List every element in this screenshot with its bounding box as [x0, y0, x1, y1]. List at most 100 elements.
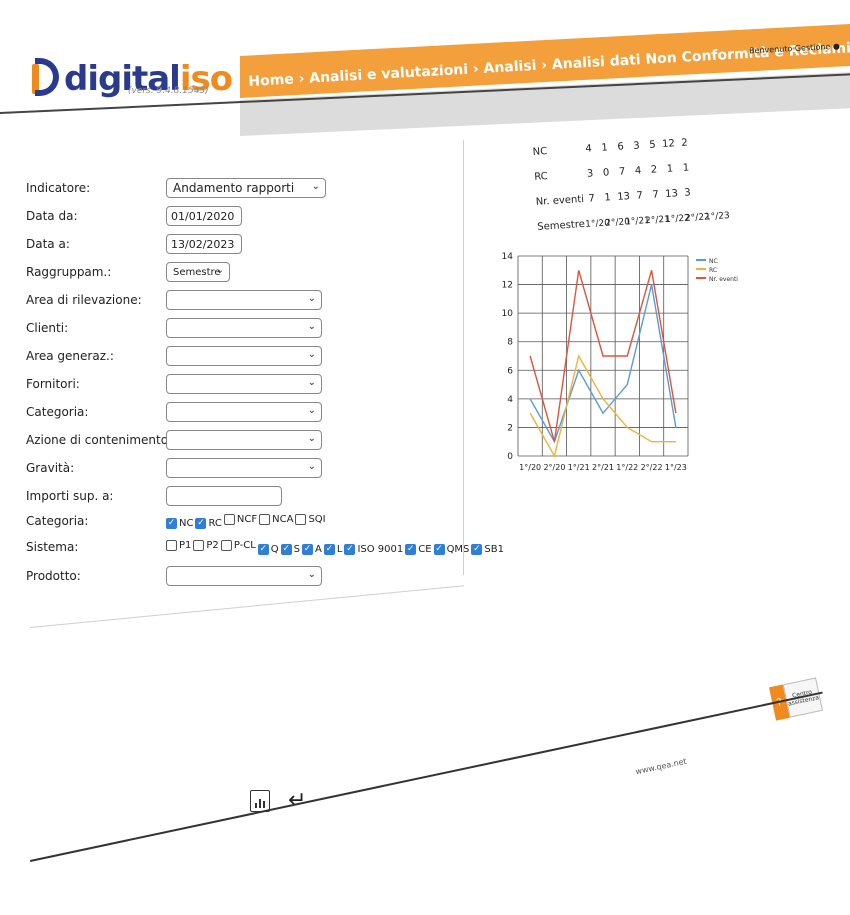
stats-row-label: NC [532, 146, 548, 158]
raggruppam-select[interactable]: Semestre ⌄ [166, 262, 230, 282]
checkbox-checked-icon[interactable]: ✓ [195, 517, 207, 529]
sistema-checkbox-qms[interactable]: ✓ QMS [433, 543, 470, 555]
sistema-checkbox-label: A [315, 543, 322, 555]
categoria-checkbox-label: SQI [308, 514, 326, 525]
label-data-da: Data da: [26, 209, 78, 223]
row-area-generaz: Area generaz.: ⌄ [26, 346, 322, 366]
raggruppam-value: Semestre [173, 266, 221, 278]
chevron-down-icon: ⌄ [311, 181, 320, 192]
stats-cell: 1 [604, 192, 612, 204]
y-tick-label: 2 [507, 423, 513, 433]
chevron-down-icon: ⌄ [307, 293, 316, 304]
stats-cell: 1 [601, 142, 609, 154]
checkbox-empty-icon[interactable] [223, 514, 235, 525]
row-clienti: Clienti: ⌄ [26, 318, 322, 338]
sistema-checkbox-label: QMS [446, 543, 470, 555]
version-label: (vers. 9.4.8.1545) [128, 86, 209, 96]
stats-cell: 1 [682, 162, 690, 174]
chevron-down-icon: ⌄ [307, 349, 316, 360]
checkbox-checked-icon[interactable]: ✓ [344, 543, 356, 555]
x-tick-label: 1°/21 [568, 463, 590, 472]
sistema-checkbox-label: P1 [179, 540, 192, 551]
y-tick-label: 14 [502, 252, 514, 262]
stats-cell: 13 [616, 191, 631, 203]
sistema-checkbox-s[interactable]: ✓ S [280, 543, 300, 555]
categoria-checkbox-label: RC [208, 517, 222, 529]
x-tick-label: 2°/20 [543, 463, 565, 472]
row-area-rilevazione: Area di rilevazione: ⌄ [26, 290, 322, 310]
sistema-checkbox-iso-9001[interactable]: ✓ ISO 9001 [344, 543, 403, 555]
footer-site[interactable]: www.qea.net [635, 757, 688, 777]
sistema-checkbox-p2[interactable]: P2 [193, 540, 219, 551]
checkbox-empty-icon[interactable] [193, 540, 205, 551]
azione-select[interactable]: ⌄ [166, 430, 322, 450]
categoria-checkbox-ncf[interactable]: NCF [223, 514, 257, 525]
categoria-checkbox-nca[interactable]: NCA [259, 514, 293, 525]
checkbox-empty-icon[interactable] [295, 514, 307, 525]
checkbox-empty-icon[interactable] [259, 514, 271, 525]
checkbox-checked-icon[interactable]: ✓ [257, 543, 269, 555]
sistema-checkbox-sb1[interactable]: ✓ SB1 [471, 543, 504, 555]
sistema-checkbox-p-cl[interactable]: P-CL [220, 540, 256, 551]
report-chart-icon[interactable] [250, 789, 270, 812]
sistema-checkbox-label: CE [418, 543, 432, 555]
categoria-checkbox-sqi[interactable]: SQI [295, 514, 326, 525]
checkbox-checked-icon[interactable]: ✓ [471, 543, 483, 555]
categoria-checkbox-label: NCA [272, 514, 294, 525]
area-rilevazione-select[interactable]: ⌄ [166, 290, 322, 310]
data-da-input[interactable]: 01/01/2020 [166, 206, 242, 226]
sistema-checkbox-a[interactable]: ✓ A [302, 543, 322, 555]
categoria-select[interactable]: ⌄ [166, 402, 322, 422]
sistema-checkbox-label: Q [270, 543, 279, 555]
sistema-checkbox-q[interactable]: ✓ Q [257, 543, 279, 555]
y-tick-label: 12 [502, 281, 513, 291]
area-generaz-select[interactable]: ⌄ [166, 346, 322, 366]
row-prodotto: Prodotto: ⌄ [26, 566, 322, 586]
label-sistema: Sistema: [26, 540, 79, 555]
gravita-select[interactable]: ⌄ [166, 458, 322, 478]
row-sistema: Sistema: P1 P2 P-CL ✓ Q ✓ S ✓ A ✓ L ✓ ISO 9001 ✓ CE ✓ QM… [26, 540, 506, 555]
x-tick-label: 2°/21 [592, 463, 614, 472]
stats-table: NC 4 1 6 3 5 12 2 RC 3 0 7 4 2 1 1 Nr. eventi 7 1 13 7 7 13 3 Se… [532, 129, 730, 240]
user-icon[interactable]: ● [833, 42, 840, 51]
sistema-checkbox-label: L [336, 543, 343, 555]
checkbox-checked-icon[interactable]: ✓ [166, 517, 177, 529]
stats-cell: 2 [650, 164, 658, 176]
data-a-input[interactable]: 13/02/2023 [166, 234, 242, 254]
x-tick-label: 1°/20 [519, 463, 541, 472]
y-tick-label: 0 [507, 452, 513, 462]
checkbox-empty-icon[interactable] [220, 540, 232, 551]
clienti-select[interactable]: ⌄ [166, 318, 322, 338]
checkbox-checked-icon[interactable]: ✓ [302, 543, 314, 555]
sistema-checkbox-p1[interactable]: P1 [166, 540, 191, 551]
stats-cell: 7 [652, 189, 660, 201]
label-area-generaz: Area generaz.: [26, 349, 114, 363]
chevron-down-icon: ⌄ [307, 405, 316, 416]
chevron-down-icon: ⌄ [307, 461, 316, 472]
label-categoria-cb: Categoria: [26, 514, 89, 529]
categoria-checkbox-rc[interactable]: ✓ RC [195, 517, 222, 529]
checkbox-checked-icon[interactable]: ✓ [405, 543, 417, 555]
series-line [529, 284, 677, 444]
back-arrow-icon[interactable]: ↵ [288, 788, 306, 813]
checkbox-empty-icon[interactable] [166, 540, 177, 551]
categoria-checkbox-nc[interactable]: ✓ NC [166, 517, 193, 529]
sistema-checkbox-group: P1 P2 P-CL ✓ Q ✓ S ✓ A ✓ L ✓ ISO 9001 ✓ CE ✓ QMS ✓ SB1 [166, 540, 506, 555]
legend-label: RC [709, 267, 717, 274]
sistema-checkbox-l[interactable]: ✓ L [323, 543, 343, 555]
row-raggruppam: Raggruppam.: Semestre ⌄ [26, 262, 230, 282]
indicatore-select[interactable]: Andamento rapporti ⌄ [166, 178, 326, 198]
legend-label: NC [709, 258, 718, 265]
stats-cell: 3 [684, 187, 692, 199]
importi-input[interactable] [166, 486, 282, 506]
sistema-checkbox-label: P-CL [233, 540, 256, 551]
prodotto-select[interactable]: ⌄ [166, 566, 322, 586]
stats-cell: 1°/21 [624, 215, 651, 227]
fornitori-select[interactable]: ⌄ [166, 374, 322, 394]
stats-cell: 4 [585, 143, 593, 155]
checkbox-checked-icon[interactable]: ✓ [323, 543, 335, 555]
checkbox-checked-icon[interactable]: ✓ [280, 543, 292, 555]
y-tick-label: 8 [507, 338, 513, 348]
sistema-checkbox-ce[interactable]: ✓ CE [405, 543, 432, 555]
checkbox-checked-icon[interactable]: ✓ [433, 543, 445, 555]
